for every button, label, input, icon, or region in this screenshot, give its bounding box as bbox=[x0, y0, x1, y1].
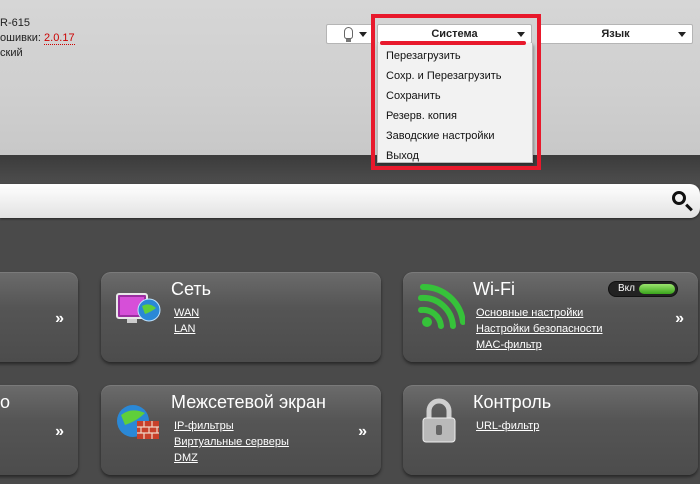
link-virtual-servers[interactable]: Виртуальные серверы bbox=[174, 434, 289, 450]
tile-firewall[interactable]: Межсетевой экран IP-фильтры Виртуальные … bbox=[101, 385, 381, 475]
firmware-version-link[interactable]: 2.0.17 bbox=[44, 32, 75, 45]
annotation-highlight-box bbox=[371, 14, 541, 170]
link-wan[interactable]: WAN bbox=[174, 305, 199, 321]
tile-arrow[interactable]: » bbox=[55, 423, 64, 441]
link-ip-filters[interactable]: IP-фильтры bbox=[174, 418, 289, 434]
language-menu-label: Язык bbox=[601, 28, 630, 40]
search-input[interactable] bbox=[0, 184, 700, 218]
wifi-toggle-label: Вкл bbox=[618, 283, 635, 294]
tile-partial-title: о bbox=[0, 392, 11, 412]
tile-title: Межсетевой экран bbox=[171, 392, 326, 412]
tile-title: Контроль bbox=[473, 392, 552, 412]
tile-title: Wi-Fi bbox=[473, 279, 515, 299]
tile-network[interactable]: Сеть WAN LAN bbox=[101, 272, 381, 362]
link-mac-filter[interactable]: MAC-фильтр bbox=[476, 337, 603, 353]
annotation-underline bbox=[380, 41, 526, 45]
tile-title: Сеть bbox=[171, 279, 212, 299]
tile-arrow[interactable]: » bbox=[675, 310, 684, 328]
tile-control[interactable]: Контроль URL-фильтр bbox=[403, 385, 698, 475]
link-dmz[interactable]: DMZ bbox=[174, 450, 289, 466]
firmware-label: ошивки: bbox=[0, 32, 41, 44]
padlock-icon bbox=[422, 398, 456, 443]
chevron-down-icon bbox=[678, 32, 686, 37]
search-icon[interactable] bbox=[672, 191, 686, 205]
wifi-toggle[interactable]: Вкл bbox=[608, 281, 678, 297]
tile-wifi[interactable]: Wi-Fi Вкл Основные настройки Настройки б… bbox=[403, 272, 698, 362]
chevron-down-icon bbox=[359, 32, 367, 37]
link-lan[interactable]: LAN bbox=[174, 321, 199, 337]
help-button[interactable] bbox=[326, 24, 374, 44]
device-info: R-615 ошивки: 2.0.17 ский bbox=[0, 16, 75, 61]
link-wifi-security[interactable]: Настройки безопасности bbox=[476, 321, 603, 337]
lightbulb-base bbox=[346, 39, 351, 42]
firewall-icon bbox=[117, 405, 159, 439]
network-monitor-icon bbox=[116, 293, 161, 323]
dark-band bbox=[0, 155, 700, 185]
tile-partial-left-1[interactable]: » bbox=[0, 272, 78, 362]
link-wifi-basic[interactable]: Основные настройки bbox=[476, 305, 603, 321]
wifi-icon bbox=[418, 283, 465, 329]
tile-partial-left-2[interactable]: о » bbox=[0, 385, 78, 475]
tile-arrow[interactable]: » bbox=[55, 310, 64, 328]
link-url-filter[interactable]: URL-фильтр bbox=[476, 418, 539, 434]
wifi-toggle-knob bbox=[639, 284, 675, 294]
lightbulb-icon bbox=[344, 27, 353, 39]
language-menu-button[interactable]: Язык bbox=[538, 24, 693, 44]
firmware-row: ошивки: 2.0.17 bbox=[0, 31, 75, 46]
header: R-615 ошивки: 2.0.17 ский Система Язык bbox=[0, 0, 700, 155]
language-current: ский bbox=[0, 47, 23, 59]
tile-arrow[interactable]: » bbox=[358, 423, 367, 441]
device-model: R-615 bbox=[0, 17, 30, 29]
